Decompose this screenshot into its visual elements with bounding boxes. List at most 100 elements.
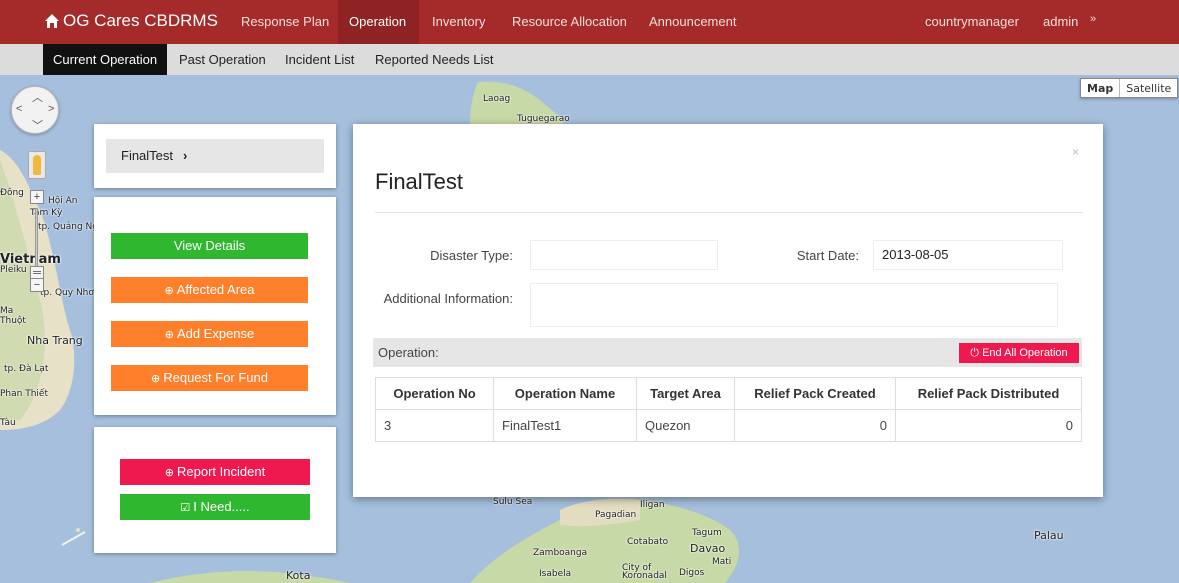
tab-incident-list[interactable]: Incident List [275, 44, 364, 75]
map-label: Cotabato [627, 537, 669, 547]
pan-down-icon[interactable]: ﹀ [32, 117, 43, 133]
affected-area-button[interactable]: ⊕ Affected Area [111, 277, 308, 303]
map-label: Tàu [0, 418, 16, 428]
operation-label: Operation: [378, 345, 439, 360]
plus-circle-icon: ⊕ [164, 285, 174, 297]
tab-past-operation[interactable]: Past Operation [169, 44, 276, 75]
table-cell: 0 [734, 409, 896, 442]
map-label: Zamboanga [533, 548, 588, 558]
report-incident-button[interactable]: ⊕ Report Incident [120, 459, 310, 485]
map-label: Nha Trang [27, 334, 83, 347]
table-cell: 3 [375, 409, 494, 442]
pan-right-icon[interactable]: > [48, 103, 54, 115]
additional-info-textarea[interactable] [530, 283, 1058, 327]
map-label: Davao [690, 542, 726, 555]
power-icon: ⏻ [970, 347, 983, 359]
operation-selector[interactable]: FinalTest › [106, 139, 324, 173]
divider [375, 212, 1083, 213]
plus-circle-icon: ⊕ [151, 373, 161, 385]
sub-navbar: Current Operation Past Operation Inciden… [0, 44, 1179, 75]
map-label: Laoag [483, 94, 511, 104]
top-navbar: OG Cares CBDRMS Response Plan Operation … [0, 0, 1179, 44]
zoom-out-icon[interactable]: − [30, 278, 44, 292]
chevron-right-icon: › [183, 148, 188, 163]
i-need-button[interactable]: ☑ I Need..... [120, 494, 310, 520]
check-square-icon: ☑ [180, 502, 191, 514]
operation-details-modal: × FinalTest Disaster Type: Start Date: 2… [353, 124, 1103, 497]
tab-reported-needs-list[interactable]: Reported Needs List [365, 44, 504, 75]
column-header: Operation No [375, 377, 494, 410]
add-expense-label: Add Expense [176, 326, 255, 341]
end-all-operation-button[interactable]: ⏻ End All Operation [959, 343, 1079, 363]
table-cell: Quezon [636, 409, 735, 442]
nav-user[interactable]: countrymanager [925, 14, 1019, 29]
brand[interactable]: OG Cares CBDRMS [44, 11, 218, 31]
operation-selector-panel: FinalTest › [94, 124, 336, 188]
zoom-slider[interactable]: + ═ − [30, 190, 44, 292]
start-date-label: Start Date: [796, 248, 859, 263]
map-label: Sulu Sea [493, 497, 533, 507]
map-label: City of Koronadal [622, 563, 667, 581]
table-row[interactable]: 3 FinalTest1 Quezon 0 0 [375, 409, 1082, 442]
street-view-pegman-icon[interactable] [28, 151, 46, 179]
map-label: Pagadian [595, 510, 637, 520]
plus-circle-icon: ⊕ [164, 467, 175, 479]
nav-resource-allocation[interactable]: Resource Allocation [512, 14, 627, 29]
nav-operation[interactable]: Operation [349, 14, 406, 29]
map-label: Digos [679, 568, 705, 578]
map-label: Tagum [692, 528, 722, 538]
map-type-control: Map Satellite [1080, 78, 1179, 98]
map-label: Kota [286, 569, 311, 582]
report-incident-label: Report Incident [177, 464, 266, 479]
nav-inventory[interactable]: Inventory [432, 14, 485, 29]
pan-left-icon[interactable]: < [16, 103, 22, 115]
map-label: Isabela [539, 569, 572, 579]
operation-selector-label: FinalTest [121, 148, 174, 163]
column-header: Target Area [636, 377, 735, 410]
map-label: Tuguegarao [517, 114, 570, 124]
add-expense-button[interactable]: ⊕ Add Expense [111, 321, 308, 347]
disaster-type-field[interactable] [530, 240, 718, 270]
view-details-button[interactable]: View Details [111, 233, 308, 259]
tab-current-operation[interactable]: Current Operation [43, 44, 168, 75]
home-icon [45, 14, 59, 28]
start-date-field[interactable]: 2013-08-05 [873, 240, 1063, 270]
map-label: Phan Thiết [0, 389, 48, 399]
modal-title: FinalTest [375, 169, 464, 194]
request-fund-button[interactable]: ⊕ Request For Fund [111, 365, 308, 391]
close-icon[interactable]: × [1072, 145, 1079, 159]
zoom-in-icon[interactable]: + [30, 190, 44, 204]
pan-up-icon[interactable]: ︿ [32, 89, 43, 105]
column-header: Operation Name [493, 377, 637, 410]
map-type-map-button[interactable]: Map [1081, 79, 1121, 97]
map-pan-control[interactable]: ︿ < > ﹀ [11, 86, 59, 134]
end-all-operation-label: End All Operation [982, 347, 1068, 359]
table-cell: 0 [895, 409, 1082, 442]
table-header-row: Operation No Operation Name Target Area … [375, 377, 1082, 410]
column-header: Relief Pack Distributed [895, 377, 1082, 410]
nav-admin[interactable]: admin [1043, 14, 1078, 29]
request-fund-label: Request For Fund [163, 370, 268, 385]
operation-actions-panel: View Details ⊕ Affected Area ⊕ Add Expense… [94, 197, 336, 415]
column-header: Relief Pack Created [734, 377, 896, 410]
affected-area-label: Affected Area [176, 282, 255, 297]
i-need-label: I Need..... [193, 499, 250, 514]
nav-response-plan[interactable]: Response Plan [241, 14, 329, 29]
map-label: Mati [712, 557, 732, 567]
nav-announcement[interactable]: Announcement [649, 14, 736, 29]
zoom-track[interactable] [35, 208, 38, 268]
user-menu-caret-icon[interactable]: » [1090, 13, 1096, 25]
table-cell: FinalTest1 [493, 409, 637, 442]
operations-table: Operation No Operation Name Target Area … [375, 377, 1082, 442]
view-details-label: View Details [173, 238, 246, 253]
map-label: tp. Đà Lạt [4, 364, 49, 374]
map-label: Thuột [0, 316, 26, 326]
additional-info-label: Additional Information: [383, 291, 513, 306]
plus-circle-icon: ⊕ [164, 329, 174, 341]
map-type-satellite-button[interactable]: Satellite [1120, 79, 1177, 97]
map-label: Ma [0, 306, 14, 316]
incident-panel: ⊕ Report Incident ☑ I Need..... [94, 427, 336, 553]
operation-bar: Operation: ⏻ End All Operation [373, 338, 1082, 367]
map-label: Đông [0, 188, 24, 198]
brand-name: OG Cares CBDRMS [63, 11, 218, 30]
